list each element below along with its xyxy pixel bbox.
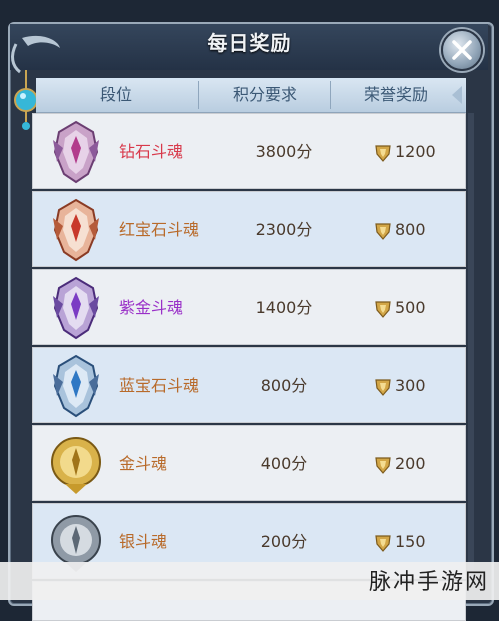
honor-shield-icon [375, 379, 391, 396]
table-row: 钻石斗魂 3800分 1200 [32, 113, 466, 189]
dialog-title: 每日奖励 [207, 31, 292, 55]
table-row: 蓝宝石斗魂 800分 300 [32, 347, 466, 423]
diamond-rank-badge-icon [53, 120, 99, 184]
honor-shield-icon [375, 457, 391, 474]
header-reward: 荣誉奖励 [363, 85, 428, 104]
purple-gold-rank-badge-icon [53, 276, 99, 340]
honor-shield-icon [375, 301, 391, 318]
rank-name: 金斗魂 [119, 454, 168, 473]
gold-rank-badge-icon [51, 437, 101, 494]
honor-reward: 800 [395, 220, 426, 239]
honor-shield-icon [375, 145, 391, 162]
points-requirement: 800分 [260, 376, 308, 395]
table-row: 金斗魂 400分 200 [32, 425, 466, 501]
honor-shield-icon [375, 535, 391, 552]
rank-name: 钻石斗魂 [119, 142, 184, 161]
honor-reward: 300 [395, 376, 426, 395]
points-requirement: 3800分 [255, 142, 313, 161]
rank-name: 红宝石斗魂 [119, 220, 200, 239]
points-requirement: 2300分 [255, 220, 313, 239]
header-points: 积分要求 [232, 85, 297, 104]
table-header: 段位 积分要求 荣誉奖励 [36, 78, 466, 113]
points-requirement: 1400分 [255, 298, 313, 317]
honor-reward: 200 [395, 454, 426, 473]
table-row: 紫金斗魂 1400分 500 [32, 269, 466, 345]
rank-name: 蓝宝石斗魂 [119, 376, 200, 395]
honor-reward: 500 [395, 298, 426, 317]
close-icon [452, 40, 472, 60]
points-requirement: 400分 [260, 454, 308, 473]
close-button[interactable] [441, 29, 483, 71]
sapphire-rank-badge-icon [53, 354, 99, 418]
scroll-up-arrow-icon[interactable] [452, 86, 462, 104]
ruby-rank-badge-icon [53, 198, 99, 262]
header-rank: 段位 [99, 85, 132, 104]
honor-reward: 1200 [395, 142, 436, 161]
table-row: 红宝石斗魂 2300分 800 [32, 191, 466, 267]
watermark-text: 脉冲手游网 [368, 570, 489, 595]
rank-name: 紫金斗魂 [119, 298, 184, 317]
honor-shield-icon [375, 223, 391, 240]
scrollbar[interactable] [468, 113, 474, 583]
